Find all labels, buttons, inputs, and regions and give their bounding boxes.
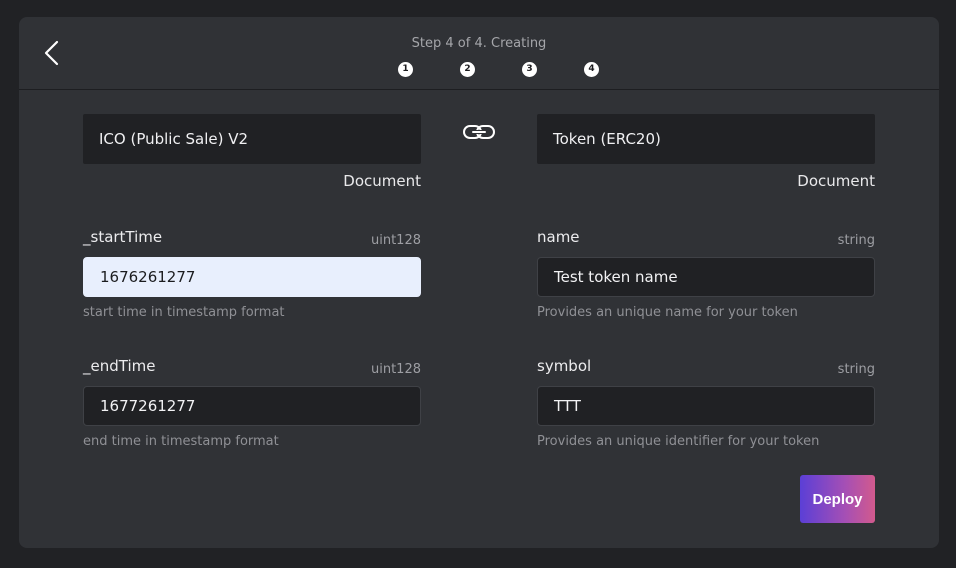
- name-input[interactable]: Test token name: [537, 257, 875, 297]
- left-document-title[interactable]: ICO (Public Sale) V2: [83, 114, 421, 164]
- right-document-title[interactable]: Token (ERC20): [537, 114, 875, 164]
- link-icon: [463, 125, 495, 139]
- step-4: 4: [584, 62, 599, 77]
- left-document-label: Document: [343, 172, 421, 190]
- end-time-help: end time in timestamp format: [83, 434, 279, 449]
- symbol-type: string: [837, 362, 875, 377]
- name-type: string: [837, 233, 875, 248]
- right-document-label: Document: [797, 172, 875, 190]
- start-time-input[interactable]: 1676261277: [83, 257, 421, 297]
- symbol-input[interactable]: TTT: [537, 386, 875, 426]
- name-label: name: [537, 228, 580, 246]
- start-time-label: _startTime: [83, 228, 163, 246]
- panel-header: Step 4 of 4. Creating 1 2 3 4: [19, 17, 939, 90]
- symbol-label: symbol: [537, 357, 592, 375]
- start-time-help: start time in timestamp format: [83, 305, 285, 320]
- deploy-panel: Step 4 of 4. Creating 1 2 3 4 ICO (Publi…: [19, 17, 939, 548]
- name-help: Provides an unique name for your token: [537, 305, 798, 320]
- symbol-help: Provides an unique identifier for your t…: [537, 434, 820, 449]
- end-time-input[interactable]: 1677261277: [83, 386, 421, 426]
- step-2: 2: [460, 62, 475, 77]
- step-indicator-text: Step 4 of 4. Creating: [411, 36, 547, 51]
- step-1: 1: [398, 62, 413, 77]
- start-time-type: uint128: [370, 233, 421, 248]
- end-time-type: uint128: [370, 362, 421, 377]
- deploy-button[interactable]: Deploy: [800, 475, 875, 523]
- step-3: 3: [522, 62, 537, 77]
- end-time-label: _endTime: [83, 357, 156, 375]
